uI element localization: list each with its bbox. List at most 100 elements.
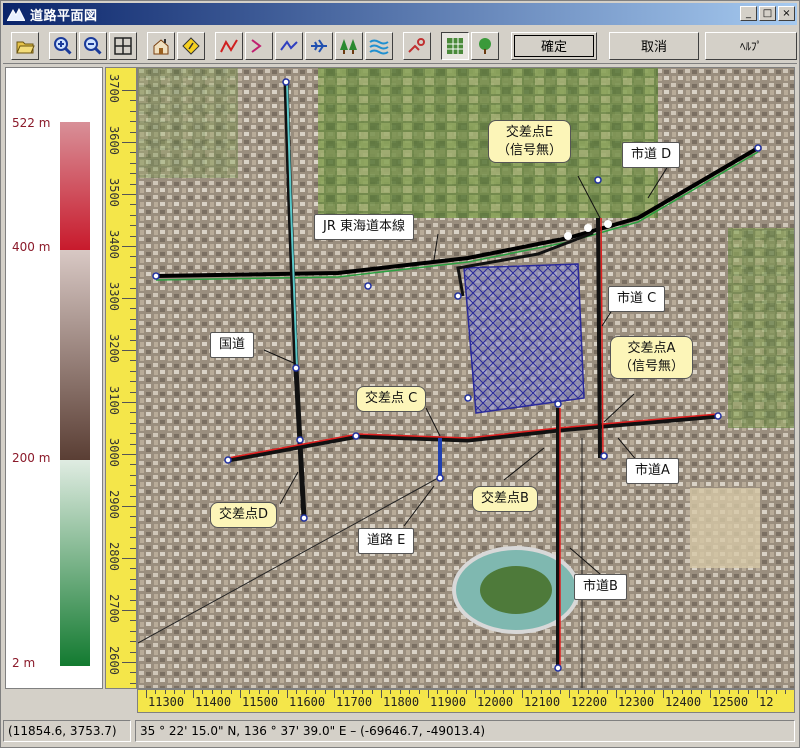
hruler-label: 11300 xyxy=(148,695,185,709)
hruler-major-tick xyxy=(663,690,664,698)
hruler-major-tick xyxy=(522,690,523,698)
mountain-app-icon xyxy=(7,7,25,21)
vruler-label: 2800 xyxy=(107,542,121,571)
help-button[interactable]: ﾍﾙﾌﾟ xyxy=(705,31,797,60)
vruler-minor-tick xyxy=(130,287,136,289)
callout-road-e[interactable]: 道路 E xyxy=(358,528,415,554)
vruler-minor-tick xyxy=(130,589,136,591)
route-blue-button[interactable] xyxy=(275,31,303,60)
zoom-in-button[interactable] xyxy=(49,31,77,60)
callout-intersection-d[interactable]: 交差点D xyxy=(210,502,278,528)
vruler-minor-tick xyxy=(130,391,136,393)
hruler-minor-tick xyxy=(296,690,298,694)
route-blue-icon xyxy=(280,39,298,51)
minimize-button[interactable]: _ xyxy=(740,6,757,21)
callout-intersection-a-sub: （信号無） xyxy=(619,358,685,374)
hruler-minor-tick xyxy=(719,690,721,694)
vruler-minor-tick xyxy=(130,277,136,279)
hruler-minor-tick xyxy=(362,690,364,694)
hruler-minor-tick xyxy=(221,690,223,694)
callout-intersection-e[interactable]: 交差点E （信号無） xyxy=(488,120,572,164)
hruler-minor-tick xyxy=(775,690,777,694)
hruler-label: 12200 xyxy=(571,695,608,709)
trees-button[interactable] xyxy=(335,31,363,60)
callout-intersection-a[interactable]: 交差点A （信号無） xyxy=(610,336,694,380)
confirm-button[interactable]: 確定 xyxy=(511,31,597,60)
callout-intersection-b[interactable]: 交差点B xyxy=(472,486,538,512)
title-bar[interactable]: 道路平面図 _ □ × xyxy=(3,3,797,25)
map-view[interactable]: 交差点E （信号無） 市道 D JR 東海道本線 市道 C 国道 交差点A （信… xyxy=(137,67,795,689)
vruler-minor-tick xyxy=(130,537,136,539)
status-bar: (11854.6, 3753.7) 35 ° 22' 15.0" N, 136 … xyxy=(3,717,797,745)
vruler-minor-tick xyxy=(130,204,136,206)
callout-jr-line[interactable]: JR 東海道本線 xyxy=(314,214,414,240)
point-button[interactable] xyxy=(403,31,431,60)
vruler-minor-tick xyxy=(130,235,136,237)
maximize-button[interactable]: □ xyxy=(759,6,776,21)
hruler-minor-tick xyxy=(249,690,251,694)
vruler-minor-tick xyxy=(130,651,136,653)
vruler-minor-tick xyxy=(130,214,136,216)
vruler-minor-tick xyxy=(130,630,136,632)
hruler-minor-tick xyxy=(390,690,392,694)
vruler-label: 2700 xyxy=(107,594,121,623)
vruler-label: 3000 xyxy=(107,438,121,467)
vruler-minor-tick xyxy=(130,433,136,435)
hruler-major-tick xyxy=(428,690,429,698)
tree-toggle-button[interactable] xyxy=(471,31,499,60)
hruler-label: 11800 xyxy=(383,695,420,709)
road-sign-icon xyxy=(182,36,200,55)
route-magenta-button[interactable] xyxy=(245,31,273,60)
callout-national-road[interactable]: 国道 xyxy=(210,332,255,358)
hruler-minor-tick xyxy=(700,690,702,694)
vruler-minor-tick xyxy=(130,256,136,258)
vruler-minor-tick xyxy=(130,495,136,497)
callout-city-road-d[interactable]: 市道 D xyxy=(622,142,681,168)
hruler-minor-tick xyxy=(644,690,646,694)
callout-intersection-a-title: 交差点A xyxy=(627,341,676,356)
hatched-area[interactable] xyxy=(463,263,585,414)
callout-intersection-c[interactable]: 交差点 C xyxy=(356,386,427,412)
vruler-minor-tick xyxy=(130,339,136,341)
route-red-button[interactable] xyxy=(215,31,243,60)
hruler-minor-tick xyxy=(418,690,420,694)
callout-city-road-b[interactable]: 市道B xyxy=(574,574,627,600)
hruler-minor-tick xyxy=(352,690,354,694)
vruler-label: 2900 xyxy=(107,490,121,519)
aerial-map[interactable] xyxy=(138,68,795,689)
road-sign-button[interactable] xyxy=(177,31,205,60)
vruler-minor-tick xyxy=(130,485,136,487)
hruler-minor-tick xyxy=(559,690,561,694)
hruler-minor-tick xyxy=(766,690,768,694)
hruler-label: 12 xyxy=(759,695,774,709)
plane-button[interactable] xyxy=(305,31,333,60)
hruler-minor-tick xyxy=(202,690,204,694)
hruler-minor-tick xyxy=(531,690,533,694)
water-button[interactable] xyxy=(365,31,393,60)
house-button[interactable] xyxy=(147,31,175,60)
close-button[interactable]: × xyxy=(778,6,795,21)
vruler-label: 3100 xyxy=(107,386,121,415)
plane-icon xyxy=(311,38,327,53)
zoom-out-button[interactable] xyxy=(79,31,107,60)
vertical-ruler[interactable]: 3700 3600 3500 3400 3300 3200 3100 3000 2900 2800… xyxy=(105,67,137,689)
city-road-c[interactable] xyxy=(596,217,602,459)
hruler-minor-tick xyxy=(484,690,486,694)
hruler-minor-tick xyxy=(540,690,542,694)
hruler-minor-tick xyxy=(174,690,176,694)
hruler-minor-tick xyxy=(258,690,260,694)
cancel-button[interactable]: 取消 xyxy=(609,31,699,60)
vruler-minor-tick xyxy=(130,641,136,643)
callout-city-road-c[interactable]: 市道 C xyxy=(608,286,666,312)
callout-city-road-a[interactable]: 市道A xyxy=(626,458,679,484)
horizontal-ruler[interactable]: 11300 11400 11500 11600 11700 11800 11900 12000… xyxy=(137,689,795,713)
grid-select-button[interactable] xyxy=(441,31,469,60)
fit-view-button[interactable] xyxy=(109,31,137,60)
vruler-minor-tick xyxy=(130,422,136,424)
vruler-major-tick xyxy=(122,506,136,507)
hruler-major-tick xyxy=(569,690,570,698)
hruler-minor-tick xyxy=(634,690,636,694)
vruler-major-tick xyxy=(122,610,136,611)
vruler-label: 3500 xyxy=(107,178,121,207)
open-folder-button[interactable] xyxy=(11,31,39,60)
